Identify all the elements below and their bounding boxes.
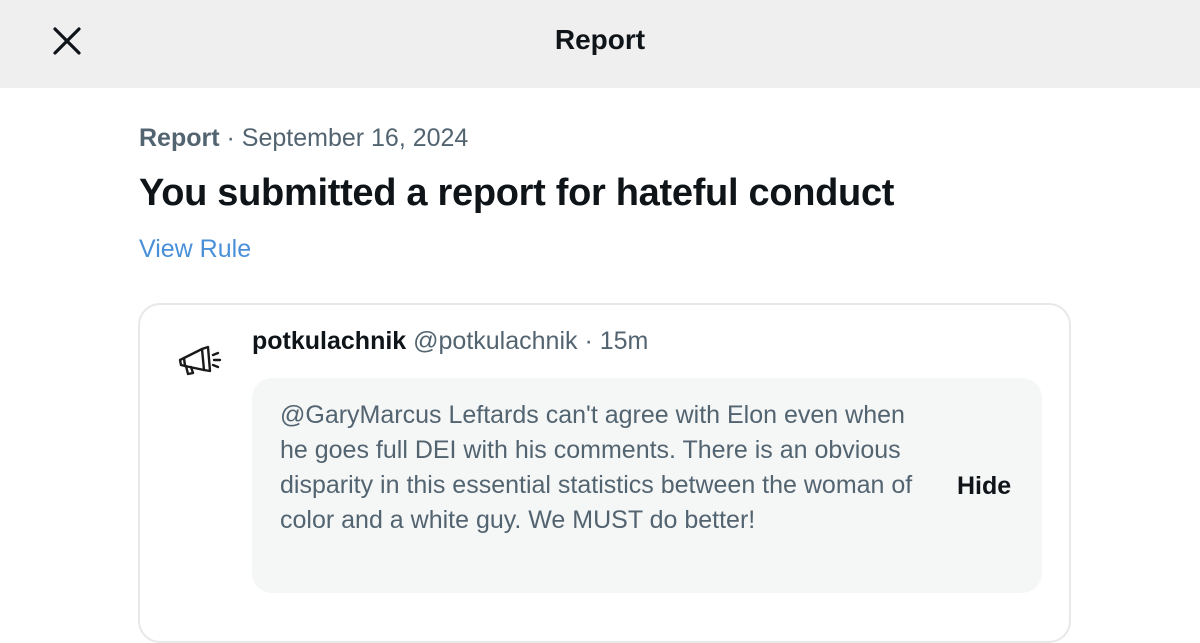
avatar[interactable] — [166, 328, 232, 394]
view-rule-link[interactable]: View Rule — [139, 235, 251, 264]
top-bar: Report — [0, 0, 1200, 88]
report-date: September 16, 2024 — [241, 124, 469, 152]
megaphone-icon — [178, 345, 222, 376]
hide-button[interactable]: Hide — [957, 472, 1011, 501]
report-kind: Report — [139, 124, 220, 152]
author-separator: · — [577, 327, 600, 355]
post-author: potkulachnik @potkulachnik · 15m — [252, 327, 648, 356]
author-name[interactable]: potkulachnik — [252, 327, 406, 355]
report-headline: You submitted a report for hateful condu… — [139, 172, 895, 214]
report-meta: Report · September 16, 2024 — [139, 124, 468, 153]
author-handle[interactable]: @potkulachnik — [413, 327, 577, 355]
page-title: Report — [554, 24, 646, 55]
meta-separator: · — [219, 124, 242, 152]
post-text: @GaryMarcus Leftards can't agree with El… — [280, 401, 913, 534]
post-time: 15m — [599, 327, 649, 355]
